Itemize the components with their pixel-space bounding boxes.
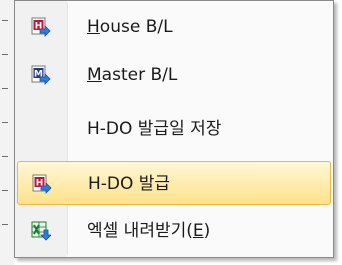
context-menu: H House B/L M Master B/L H-DO 발급일 저장 H H…: [14, 0, 334, 258]
menu-item-excel-download[interactable]: 엑셀 내려받기(E): [17, 209, 331, 253]
menu-item-save-h-do-issue-date[interactable]: H-DO 발급일 저장: [17, 107, 331, 151]
menu-item-label: 엑셀 내려받기(: [87, 221, 193, 241]
menu-item-master-bl[interactable]: M Master B/L: [17, 53, 331, 97]
master-bl-doc-icon: M: [31, 65, 51, 85]
excel-download-icon: [31, 221, 52, 241]
background-window-edge: [0, 0, 14, 265]
menu-item-mnemonic: H: [87, 17, 100, 37]
menu-item-label: aster B/L: [101, 65, 178, 85]
menu-item-label-close: ): [203, 221, 211, 241]
menu-item-label: H-DO 발급일 저장: [87, 119, 222, 139]
menu-item-label: ouse B/L: [99, 17, 173, 37]
menu-item-mnemonic: M: [87, 65, 102, 85]
menu-item-house-bl[interactable]: H House B/L: [17, 5, 331, 49]
menu-item-h-do-issue[interactable]: H H-DO 발급: [17, 161, 331, 205]
h-do-issue-doc-icon: H: [32, 174, 52, 194]
menu-item-label: H-DO 발급: [88, 174, 171, 194]
house-bl-doc-icon: H: [31, 17, 51, 37]
menu-item-mnemonic: E: [192, 221, 204, 241]
